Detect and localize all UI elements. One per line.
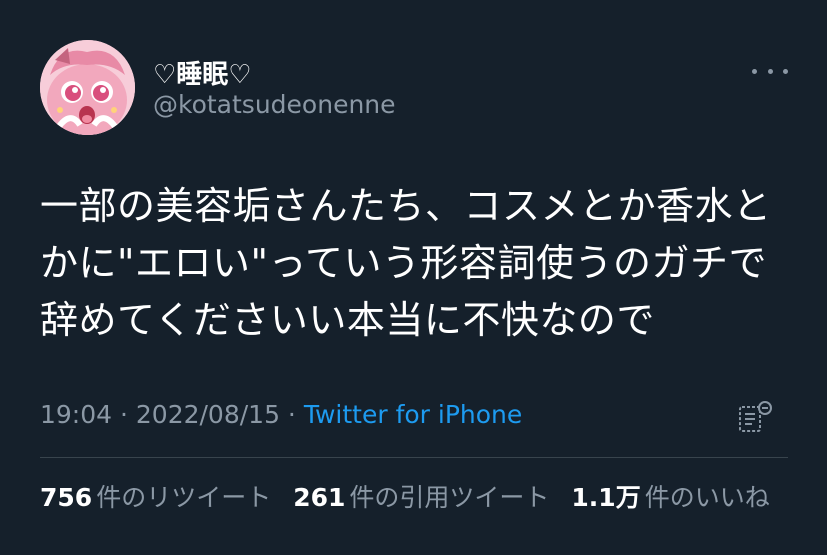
quotes-stat[interactable]: 261 件の引用ツイート	[293, 478, 549, 514]
more-dot	[767, 68, 773, 74]
retweets-stat[interactable]: 756 件のリツイート	[40, 478, 271, 514]
likes-label: 件のいいね	[644, 483, 770, 512]
tweet-meta: 19:04 · 2022/08/15 · Twitter for iPhone	[40, 400, 522, 429]
analytics-icon[interactable]	[737, 400, 775, 434]
quotes-label: 件の引用ツイート	[349, 483, 550, 512]
tweet-date[interactable]: 2022/08/15	[136, 400, 280, 429]
tweet-time[interactable]: 19:04	[40, 400, 112, 429]
tweet-stats: 756 件のリツイート 261 件の引用ツイート 1.1万 件のいいね	[40, 478, 770, 514]
likes-stat[interactable]: 1.1万 件のいいね	[571, 478, 769, 514]
tweet-source-link[interactable]: Twitter for iPhone	[304, 400, 522, 429]
tweet-text: 一部の美容垢さんたち、コスメとか香水と かに"エロい"っていう形容詞使うのガチで…	[40, 184, 772, 342]
tweet-card: ♡睡眠♡ @kotatsudeonenne 一部の美容垢さんたち、コスメとか香水…	[0, 0, 827, 555]
meta-separator: ·	[279, 400, 304, 429]
more-horizontal-icon	[752, 68, 757, 74]
user-handle[interactable]: @kotatsudeonenne	[153, 90, 396, 119]
retweets-label: 件のリツイート	[96, 483, 272, 512]
meta-separator: ·	[112, 400, 136, 429]
quotes-count: 261	[293, 483, 346, 512]
retweets-count: 756	[40, 483, 93, 512]
divider	[40, 457, 788, 458]
avatar[interactable]	[40, 40, 135, 135]
likes-count: 1.1万	[571, 483, 641, 512]
display-name[interactable]: ♡睡眠♡	[153, 54, 252, 91]
more-options-button[interactable]	[752, 62, 788, 80]
anime-character-avatar-icon	[40, 40, 135, 135]
more-dot	[783, 68, 788, 74]
